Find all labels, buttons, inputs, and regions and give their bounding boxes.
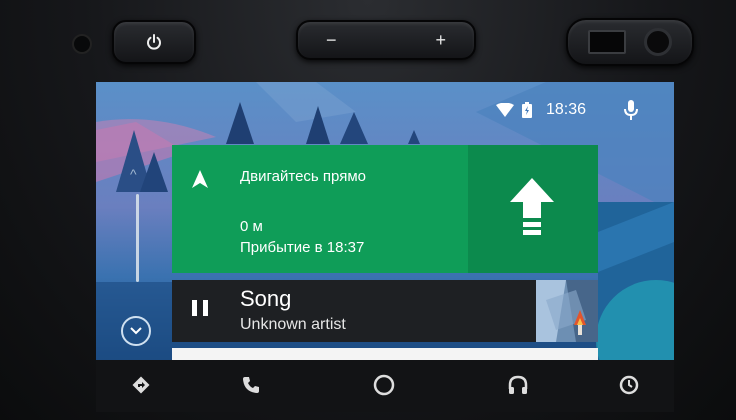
hardware-volume-rocker: − + — [296, 20, 476, 60]
track-artist: Unknown artist — [240, 316, 346, 333]
home-icon[interactable] — [373, 374, 395, 396]
navigation-arrival: Прибытие в 18:37 — [240, 239, 365, 256]
navigation-distance: 0 м — [240, 218, 263, 235]
directions-icon[interactable] — [130, 374, 152, 396]
track-title: Song — [240, 286, 292, 311]
media-card[interactable] — [172, 280, 598, 342]
chevron-down-icon — [130, 327, 142, 335]
usb-port-panel — [566, 18, 694, 66]
hardware-power-button[interactable] — [112, 20, 196, 64]
status-bar: 18:36 — [495, 82, 674, 138]
battery-icon — [521, 102, 532, 118]
phone-icon[interactable] — [240, 374, 262, 396]
android-auto-screen: 18:36 ^ Двигайтесь прямо 0 м Прибытие в … — [96, 82, 674, 360]
navigation-instruction: Двигайтесь прямо — [240, 168, 366, 185]
arrow-up-icon — [510, 178, 554, 235]
bottom-navigation-bar — [96, 360, 674, 412]
volume-down-button[interactable]: − — [326, 30, 337, 51]
power-icon — [147, 34, 161, 50]
navigation-direction-icon — [192, 170, 208, 188]
album-art — [536, 280, 598, 342]
headphones-icon[interactable] — [507, 374, 529, 396]
clock: 18:36 — [545, 101, 586, 118]
hardware-indicator — [72, 34, 92, 54]
next-card-peek[interactable] — [172, 348, 598, 360]
aux-jack — [644, 28, 672, 56]
wifi-icon — [495, 103, 514, 117]
exit-icon[interactable] — [618, 374, 640, 396]
scroll-track[interactable] — [136, 194, 139, 282]
usb-slot — [588, 30, 626, 54]
volume-up-button[interactable]: + — [435, 30, 446, 51]
pause-icon[interactable] — [192, 300, 208, 318]
scroll-down-button[interactable] — [121, 316, 151, 346]
scroll-up-icon[interactable]: ^ — [130, 166, 137, 182]
mic-icon[interactable] — [624, 100, 638, 120]
